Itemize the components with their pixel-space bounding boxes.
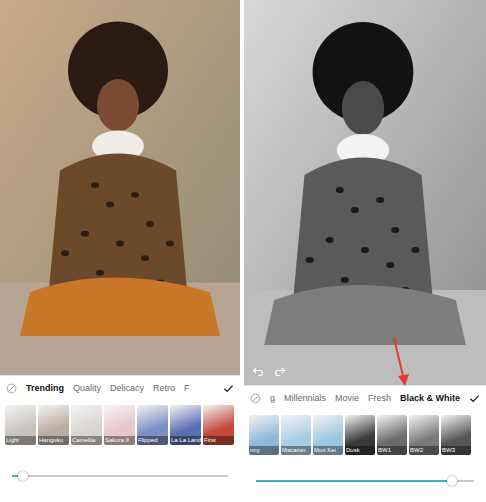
filter-label: Hanguku — [38, 436, 69, 445]
category-tab[interactable]: Movie — [335, 391, 359, 406]
category-tab[interactable]: Black & White — [400, 391, 460, 406]
filter-thumbnail[interactable]: Camellia — [71, 405, 102, 445]
filter-label: BW3 — [441, 446, 471, 455]
filter-label: BW2 — [409, 446, 439, 455]
tab-list: Trending Quality Delicacy Retro F — [26, 381, 214, 396]
check-icon[interactable] — [223, 383, 234, 394]
filter-label: BW1 — [377, 446, 407, 455]
slider-fill — [256, 480, 452, 482]
category-tab[interactable]: Delicacy — [110, 381, 144, 396]
filter-thumbnail[interactable]: Mori Kei — [313, 415, 343, 455]
filter-thumbnail[interactable]: nny — [249, 415, 279, 455]
filter-label: Flipped — [137, 436, 168, 445]
filter-strip: LightHangukuCamelliaSakura IIFlippedLa L… — [0, 401, 240, 449]
filter-tabs: g Millennials Movie Fresh Black & White — [244, 385, 486, 411]
slider-knob[interactable] — [18, 471, 28, 481]
filter-thumbnail[interactable]: Sakura II — [104, 405, 135, 445]
slider-track[interactable] — [256, 480, 474, 482]
intensity-slider — [244, 459, 486, 502]
photo — [0, 0, 240, 375]
filter-label: Dusk — [345, 446, 375, 455]
category-tab[interactable]: g — [270, 391, 275, 406]
filter-thumbnail[interactable]: Macaron — [281, 415, 311, 455]
filter-label: Sakura II — [104, 436, 135, 445]
category-tab[interactable]: Fresh — [368, 391, 391, 406]
red-arrow-icon — [390, 336, 410, 388]
phone-screen: Trending Quality Delicacy Retro F LightHanguk… — [0, 0, 240, 502]
filter-label: La La Land — [170, 436, 201, 445]
tab-list: g Millennials Movie Fresh Black & White — [270, 391, 460, 406]
no-filter-icon[interactable] — [250, 393, 261, 404]
filter-thumbnail[interactable]: Hanguku — [38, 405, 69, 445]
filter-tabs: Trending Quality Delicacy Retro F — [0, 375, 240, 401]
category-tab[interactable]: F — [184, 381, 190, 396]
filter-label: Mori Kei — [313, 446, 343, 455]
filter-thumbnail[interactable]: Flipped — [137, 405, 168, 445]
filter-thumbnail[interactable]: Light — [5, 405, 36, 445]
redo-icon[interactable] — [274, 365, 286, 377]
undo-icon[interactable] — [252, 365, 264, 377]
no-filter-icon[interactable] — [6, 383, 17, 394]
photo — [244, 0, 486, 385]
phone-screen: g Millennials Movie Fresh Black & White nnyMa… — [244, 0, 486, 502]
filter-thumbnail[interactable]: First — [203, 405, 234, 445]
history-buttons — [252, 365, 286, 377]
filter-label: Light — [5, 436, 36, 445]
category-tab[interactable]: Millennials — [284, 391, 326, 406]
filter-label: nny — [249, 446, 279, 455]
filter-thumbnail[interactable]: BW3 — [441, 415, 471, 455]
filter-thumbnail[interactable]: BW2 — [409, 415, 439, 455]
filter-thumbnail[interactable]: La La Land — [170, 405, 201, 445]
filter-strip: nnyMacaronMori KeiDuskBW1BW2BW3 — [244, 411, 486, 459]
check-icon[interactable] — [469, 393, 480, 404]
category-tab[interactable]: Quality — [73, 381, 101, 396]
filter-thumbnail[interactable]: Dusk — [345, 415, 375, 455]
category-tab[interactable]: Retro — [153, 381, 175, 396]
slider-track[interactable] — [12, 475, 228, 477]
filter-thumbnail[interactable]: BW1 — [377, 415, 407, 455]
filter-label: First — [203, 436, 234, 445]
category-tab[interactable]: Trending — [26, 381, 64, 396]
slider-knob[interactable] — [447, 476, 457, 486]
filter-label: Camellia — [71, 436, 102, 445]
intensity-slider — [0, 449, 240, 502]
filter-label: Macaron — [281, 446, 311, 455]
